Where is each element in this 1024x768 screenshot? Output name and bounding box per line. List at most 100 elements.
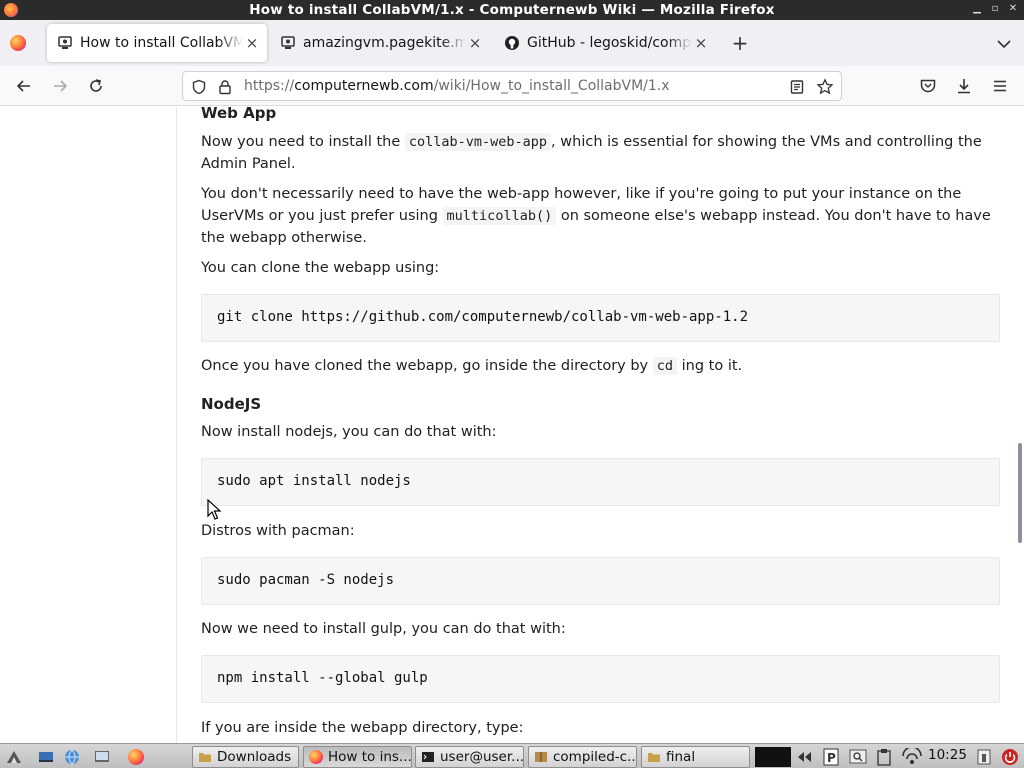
code-block-git-clone[interactable]: git clone https://github.com/computernew… bbox=[201, 294, 1000, 342]
firefox-icon bbox=[309, 750, 323, 764]
task-downloads[interactable]: Downloads bbox=[192, 746, 299, 768]
terminal-icon bbox=[422, 752, 434, 762]
url-prefix: https:// bbox=[244, 78, 295, 94]
back-arrow-icon bbox=[16, 80, 30, 92]
url-text[interactable]: https://computernewb.com/wiki/How_to_ins… bbox=[244, 78, 670, 94]
tracking-protection-shield-icon[interactable] bbox=[190, 78, 208, 96]
window-titlebar: How to install CollabVM/1.x - Computerne… bbox=[0, 0, 1024, 20]
inline-code-cd: cd bbox=[652, 357, 678, 375]
text: ing to it. bbox=[677, 358, 743, 374]
tab-github[interactable]: GitHub - legoskid/compiled-collabvm × bbox=[494, 24, 716, 62]
github-favicon-icon bbox=[504, 35, 520, 51]
firefox-logo-icon bbox=[10, 35, 26, 51]
firefox-launcher-icon[interactable] bbox=[126, 747, 146, 767]
tab-collabvm-wiki[interactable]: How to install CollabVM/1.x - Computerne… bbox=[47, 24, 267, 62]
wiki-sidebar bbox=[0, 107, 177, 743]
tab-close-icon[interactable]: × bbox=[692, 34, 710, 52]
close-window-icon[interactable]: ✕ bbox=[1006, 2, 1020, 16]
app-menu-button[interactable] bbox=[988, 74, 1012, 98]
paragraph-inside-webapp: If you are inside the webapp directory, … bbox=[201, 720, 524, 736]
paragraph-install-webapp: Now you need to install the collab-vm-we… bbox=[201, 131, 991, 175]
inline-code-multicollab: multicollab() bbox=[442, 207, 557, 225]
computernewb-favicon-icon bbox=[57, 35, 73, 51]
url-bar[interactable]: https://computernewb.com/wiki/How_to_ins… bbox=[182, 71, 842, 101]
firefox-view-button[interactable] bbox=[6, 31, 30, 55]
task-label: user@user... bbox=[440, 749, 524, 765]
page-scrollbar-thumb[interactable] bbox=[1018, 443, 1022, 543]
task-terminal[interactable]: user@user... bbox=[415, 746, 524, 768]
navigation-toolbar: https://computernewb.com/wiki/How_to_ins… bbox=[0, 66, 1024, 106]
pagekite-tray-icon[interactable]: P bbox=[821, 747, 841, 767]
reload-button[interactable] bbox=[84, 74, 108, 98]
task-compiled[interactable]: compiled-c... bbox=[528, 746, 637, 768]
task-label: compiled-c... bbox=[553, 749, 637, 765]
tab-pagekite[interactable]: amazingvm.pagekite.me/ × bbox=[270, 24, 490, 62]
paragraph-install-gulp: Now we need to install gulp, you can do … bbox=[201, 621, 566, 637]
code-block-pacman-nodejs[interactable]: sudo pacman -S nodejs bbox=[201, 557, 1000, 605]
pocket-button[interactable] bbox=[916, 74, 940, 98]
start-menu-icon[interactable] bbox=[4, 747, 24, 767]
clock[interactable]: 10:25 bbox=[928, 747, 967, 763]
network-globe-icon[interactable] bbox=[62, 747, 82, 767]
search-tray-icon[interactable] bbox=[848, 747, 868, 767]
bookmark-star-icon[interactable] bbox=[816, 78, 834, 96]
volume-tray-icon[interactable] bbox=[974, 747, 994, 767]
pocket-icon bbox=[920, 79, 936, 93]
tab-close-icon[interactable]: × bbox=[243, 34, 261, 52]
url-path: /wiki/How_to_install_CollabVM/1.x bbox=[433, 78, 670, 94]
show-desktop-icon[interactable] bbox=[36, 747, 56, 767]
download-arrow-icon bbox=[958, 79, 970, 94]
code-text: npm install --global gulp bbox=[217, 670, 428, 686]
mouse-cursor-icon bbox=[207, 499, 221, 520]
power-button-icon[interactable] bbox=[1000, 747, 1020, 767]
url-domain: computernewb.com bbox=[294, 78, 434, 94]
reader-view-icon[interactable] bbox=[788, 78, 806, 96]
text: Now you need to install the bbox=[201, 134, 405, 150]
task-label: final bbox=[666, 749, 696, 765]
heading-web-app: Web App bbox=[201, 107, 277, 122]
code-text: git clone https://github.com/computernew… bbox=[217, 309, 749, 325]
heading-nodejs: NodeJS bbox=[201, 395, 262, 413]
forward-button[interactable] bbox=[48, 74, 72, 98]
page-content[interactable]: Web App Now you need to install the coll… bbox=[0, 107, 1024, 743]
lock-icon[interactable] bbox=[216, 78, 234, 96]
pagekite-favicon-icon bbox=[280, 35, 296, 51]
tab-label: How to install CollabVM/1.x - Computerne… bbox=[80, 35, 243, 51]
list-all-tabs-chevron-icon[interactable] bbox=[994, 34, 1014, 54]
new-tab-button[interactable]: + bbox=[729, 32, 751, 54]
back-button[interactable] bbox=[12, 74, 36, 98]
code-block-apt-nodejs[interactable]: sudo apt install nodejs bbox=[201, 458, 1000, 506]
hamburger-menu-icon bbox=[994, 80, 1006, 92]
file-manager-icon[interactable] bbox=[92, 747, 112, 767]
paragraph-cd-directory: Once you have cloned the webapp, go insi… bbox=[201, 355, 991, 377]
folder-icon bbox=[199, 753, 211, 762]
window-title: How to install CollabVM/1.x - Computerne… bbox=[249, 2, 775, 18]
clipboard-tray-icon[interactable] bbox=[874, 747, 894, 767]
taskbar: Downloads How to ins... user@user... com… bbox=[0, 743, 1024, 768]
tab-bar: How to install CollabVM/1.x - Computerne… bbox=[0, 20, 1024, 66]
text: Once you have cloned the webapp, go insi… bbox=[201, 358, 653, 374]
task-label: Downloads bbox=[217, 749, 292, 765]
tab-label: amazingvm.pagekite.me/ bbox=[303, 35, 466, 51]
paragraph-clone-webapp: You can clone the webapp using: bbox=[201, 260, 440, 276]
tab-close-icon[interactable]: × bbox=[466, 34, 484, 52]
paragraph-install-nodejs: Now install nodejs, you can do that with… bbox=[201, 424, 497, 440]
downloads-button[interactable] bbox=[952, 74, 976, 98]
minimize-icon[interactable]: ▁ bbox=[970, 2, 984, 16]
tab-label: GitHub - legoskid/compiled-collabvm bbox=[527, 35, 692, 51]
code-text: sudo apt install nodejs bbox=[217, 473, 411, 489]
forward-arrow-icon bbox=[54, 80, 68, 92]
code-text: sudo pacman -S nodejs bbox=[217, 572, 395, 588]
reload-icon bbox=[90, 79, 102, 92]
maximize-icon[interactable]: ▫ bbox=[988, 2, 1002, 16]
paragraph-pacman: Distros with pacman: bbox=[201, 523, 355, 539]
task-final[interactable]: final bbox=[641, 746, 750, 768]
media-controls-icon[interactable] bbox=[795, 747, 815, 767]
task-firefox[interactable]: How to ins... bbox=[303, 746, 412, 768]
network-status-icon[interactable] bbox=[900, 747, 924, 767]
task-label: How to ins... bbox=[328, 749, 412, 765]
svg-text:P: P bbox=[827, 751, 836, 765]
paragraph-webapp-optional: You don't necessarily need to have the w… bbox=[201, 183, 991, 249]
code-block-npm-gulp[interactable]: npm install --global gulp bbox=[201, 655, 1000, 703]
archive-icon bbox=[535, 752, 547, 762]
